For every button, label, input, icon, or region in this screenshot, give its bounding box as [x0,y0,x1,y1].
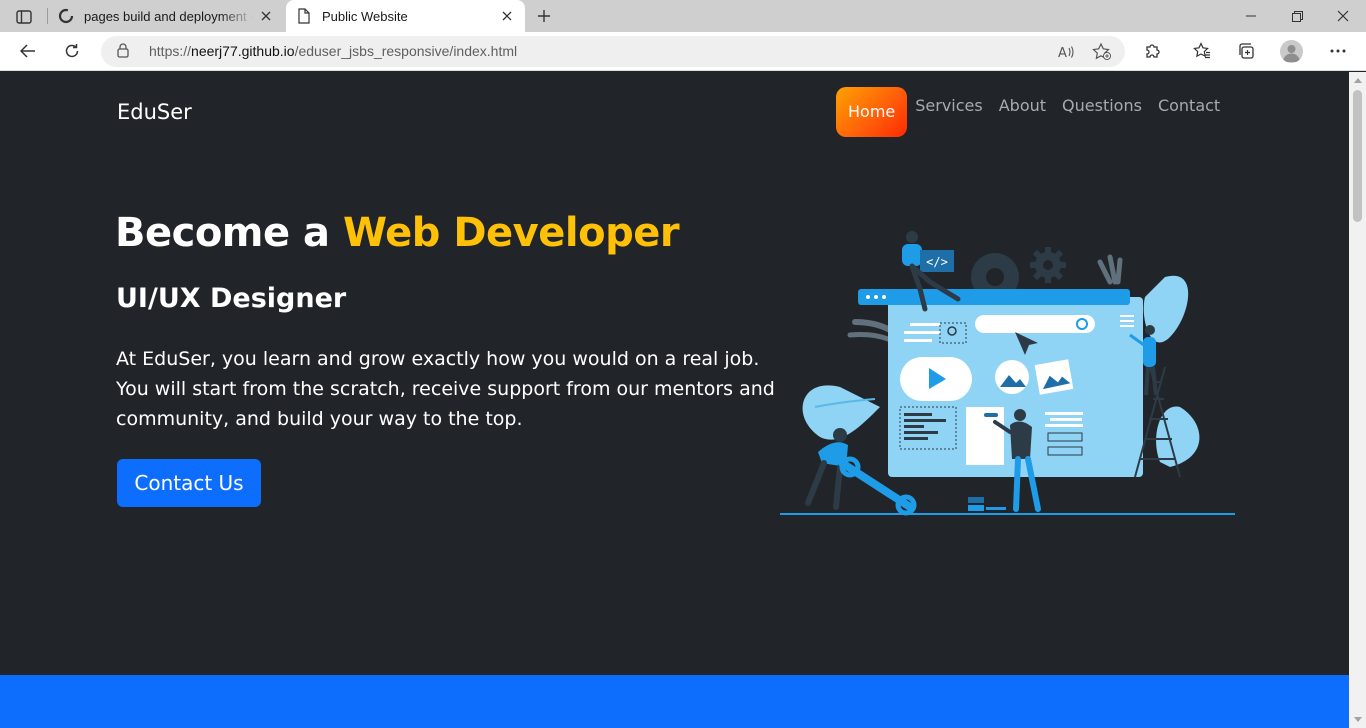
close-window-icon[interactable] [1320,0,1366,32]
nav-services[interactable]: Services [907,87,990,137]
url-text[interactable]: https://neerj77.github.io/eduser_jsbs_re… [149,43,517,59]
close-tab-icon[interactable] [254,4,278,28]
tab-title: pages build and deployment · ne [84,8,254,24]
nav-about[interactable]: About [991,87,1054,137]
tab-title: Public Website [322,8,408,24]
web-development-illustration: </> [780,231,1235,516]
close-tab-icon[interactable] [495,4,519,28]
contact-us-button[interactable]: Contact Us [117,459,261,507]
scrollbar-thumb[interactable] [1353,90,1362,222]
site-nav: Home Services About Questions Contact [836,87,1228,137]
add-favorite-icon[interactable] [1091,41,1113,63]
nav-questions[interactable]: Questions [1054,87,1150,137]
lock-icon[interactable] [117,43,129,63]
page-scrollbar[interactable] [1349,72,1366,728]
nav-home[interactable]: Home [836,87,908,137]
profile-avatar[interactable] [1280,40,1303,63]
browser-toolbar: https://neerj77.github.io/eduser_jsbs_re… [0,32,1366,71]
address-bar[interactable]: https://neerj77.github.io/eduser_jsbs_re… [101,36,1125,67]
extensions-icon[interactable] [1137,36,1169,66]
read-aloud-icon[interactable]: A [1056,41,1078,63]
browser-tab-strip: pages build and deployment · ne Public W… [0,0,1366,32]
svg-text:A: A [1058,46,1067,59]
scroll-up-icon[interactable] [1354,78,1362,83]
page-viewport: EduSer Home Services About Questions Con… [0,72,1349,728]
code-tag-icon: </> [926,255,948,269]
page-icon [296,8,312,24]
tab-public-website[interactable]: Public Website [286,0,525,32]
scroll-down-icon[interactable] [1354,717,1362,722]
minimize-icon[interactable] [1228,0,1274,32]
hero-subtitle: UI/UX Designer [116,283,347,314]
github-icon [58,8,74,24]
maximize-icon[interactable] [1274,0,1320,32]
tab-github-actions[interactable]: pages build and deployment · ne [48,0,284,32]
more-icon[interactable] [1322,36,1354,66]
collections-icon[interactable] [1230,36,1262,66]
new-tab-icon[interactable] [532,4,556,28]
tab-actions-icon[interactable] [8,6,40,28]
hero-title: Become a Web Developer [115,210,680,256]
site-brand[interactable]: EduSer [117,100,192,124]
next-section-band [0,675,1349,728]
hero-lead: At EduSer, you learn and grow exactly ho… [116,348,775,430]
nav-contact[interactable]: Contact [1150,87,1228,137]
favorites-icon[interactable] [1186,36,1218,66]
back-icon[interactable] [12,36,44,66]
refresh-icon[interactable] [56,36,88,66]
hero-title-highlight: Web Developer [342,210,680,256]
